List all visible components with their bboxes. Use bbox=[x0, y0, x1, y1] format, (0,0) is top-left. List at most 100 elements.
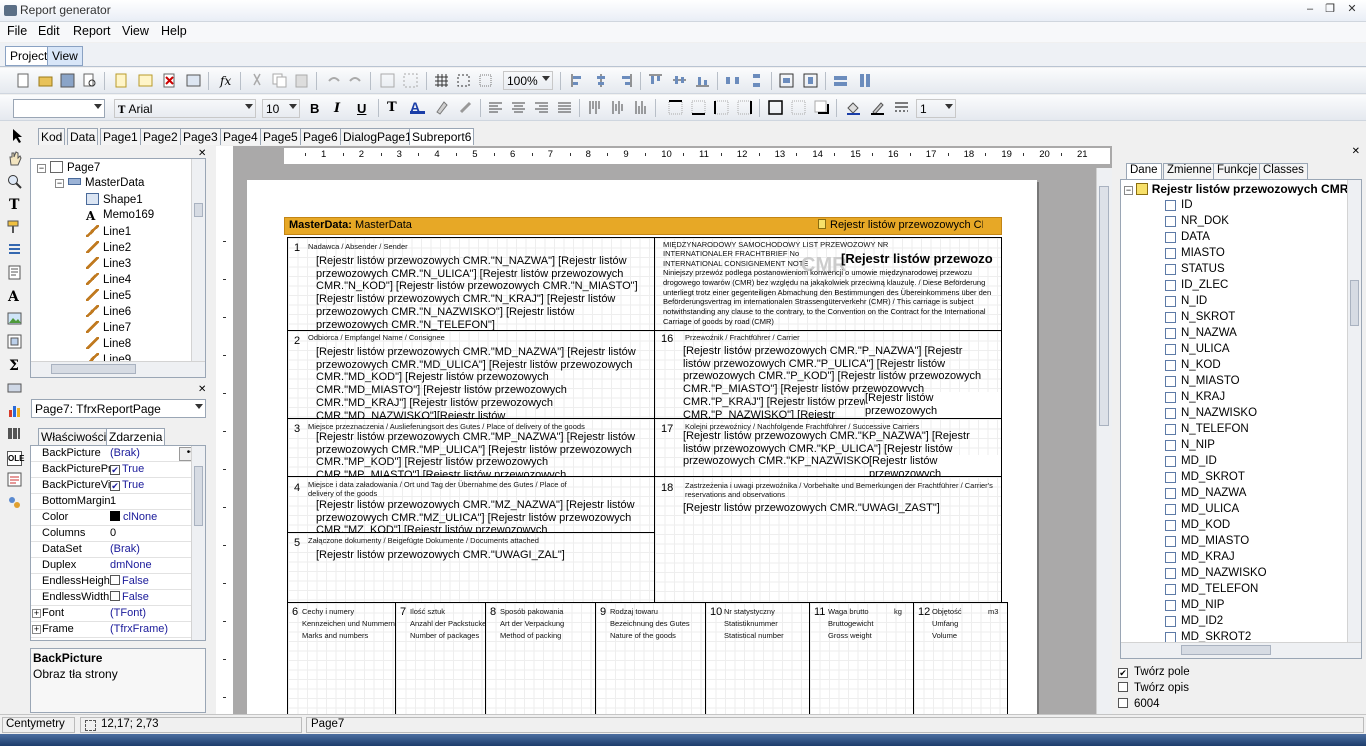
frame-none-icon[interactable] bbox=[791, 100, 806, 115]
cell-loading-place[interactable]: 4 Miejsce i data załadowania / Ort und T… bbox=[287, 476, 656, 534]
tab-data[interactable]: Data bbox=[67, 128, 99, 145]
menu-file[interactable]: File bbox=[7, 24, 27, 38]
save-icon[interactable] bbox=[60, 73, 75, 88]
cell-successive-carriers[interactable]: 17 Kolejni przewoźnicy / Nachfolgende Fr… bbox=[654, 418, 1002, 478]
collapse-icon[interactable]: − bbox=[1124, 186, 1133, 195]
rotate-text-icon[interactable] bbox=[458, 100, 473, 115]
copy-icon[interactable] bbox=[272, 73, 287, 88]
option-checkbox[interactable]: 6004 bbox=[1118, 698, 1160, 710]
loading-place-fields[interactable]: [Rejestr listów przewozowych CMR."MZ_NAZ… bbox=[316, 499, 646, 533]
menu-view[interactable]: View bbox=[122, 24, 149, 38]
checkbox[interactable]: ✔ bbox=[110, 465, 120, 475]
barcode-tool-icon[interactable] bbox=[7, 426, 22, 441]
design-vscrollbar[interactable] bbox=[1096, 168, 1112, 716]
font-settings-icon[interactable]: T bbox=[387, 100, 402, 115]
tab-project[interactable]: Project bbox=[5, 46, 53, 66]
goods-column-cell[interactable]: 12 Objętość Umfang Volume m3 bbox=[913, 602, 1008, 722]
cell-cmr-title[interactable]: MIĘDZYNARODOWY SAMOCHODOWY LIST PRZEWOZO… bbox=[654, 237, 1002, 332]
tab-page6[interactable]: Page6 bbox=[300, 128, 341, 145]
subreport-tool-icon[interactable] bbox=[7, 334, 22, 349]
align-bottom-icon[interactable] bbox=[695, 73, 710, 88]
font-size-combo[interactable]: 10 bbox=[262, 99, 300, 118]
line-width-combo[interactable]: 1 bbox=[916, 99, 956, 118]
property-row[interactable]: + Font (TFont) bbox=[31, 606, 205, 622]
tab-properties[interactable]: Właściwości bbox=[38, 428, 110, 445]
tree-item[interactable]: Line7 bbox=[73, 321, 131, 337]
tree-item[interactable]: Line8 bbox=[73, 337, 131, 353]
tree-item[interactable]: − Page7 bbox=[37, 161, 100, 177]
text-align-left-icon[interactable] bbox=[488, 100, 503, 115]
checkbox[interactable] bbox=[110, 575, 120, 585]
tree-item[interactable]: Shape1 bbox=[73, 193, 143, 209]
object-selector[interactable]: Page7: TfrxReportPage bbox=[31, 399, 206, 418]
tree-item[interactable]: A Memo169 bbox=[73, 209, 154, 225]
text-tool-icon[interactable]: T bbox=[7, 196, 22, 211]
new-icon[interactable] bbox=[16, 73, 31, 88]
frame-left-icon[interactable] bbox=[714, 100, 729, 115]
tab-zmienne[interactable]: Zmienne bbox=[1163, 163, 1216, 179]
data-tree-hscrollbar[interactable] bbox=[1121, 642, 1361, 658]
checkbox[interactable]: ✔ bbox=[110, 481, 120, 491]
align-middle-icon[interactable] bbox=[672, 73, 687, 88]
property-row[interactable]: Duplex dmNone bbox=[31, 558, 205, 574]
data-tree-scrollbar[interactable] bbox=[1347, 180, 1361, 642]
hand-tool-icon[interactable] bbox=[7, 151, 22, 166]
tab-page1[interactable]: Page1 bbox=[100, 128, 141, 145]
font-combo[interactable]: T Arial bbox=[114, 99, 256, 118]
space-horizontal-icon[interactable] bbox=[725, 73, 740, 88]
space-vertical-icon[interactable] bbox=[749, 73, 764, 88]
carrier-reg-field[interactable]: [Rejestr listów przewozowych CMR."P_NR_R… bbox=[865, 392, 1001, 418]
title-doc-field[interactable]: [Rejestr listów przewozo bbox=[841, 251, 993, 266]
tab-funkcje[interactable]: Funkcje bbox=[1213, 163, 1262, 179]
center-horizontally-icon[interactable] bbox=[779, 73, 794, 88]
tree-item[interactable]: Line1 bbox=[73, 225, 131, 241]
property-row[interactable]: BackPicturePr ✔ True bbox=[31, 462, 205, 478]
cell-sender[interactable]: 1 Nadawca / Absender / Sender [Rejestr l… bbox=[287, 237, 656, 332]
new-page-icon[interactable] bbox=[114, 73, 129, 88]
tab-subreport6[interactable]: Subreport6 bbox=[409, 128, 475, 145]
cut-icon[interactable] bbox=[250, 73, 265, 88]
property-row[interactable]: Columns 0 bbox=[31, 526, 205, 542]
consignee-fields[interactable]: [Rejestr listów przewozowych CMR."MD_NAZ… bbox=[316, 346, 646, 420]
tree-scroll-thumb[interactable] bbox=[194, 203, 203, 217]
checkbox[interactable]: ✔ bbox=[1118, 668, 1128, 678]
minimize-button[interactable]: – bbox=[1302, 3, 1318, 17]
option-checkbox[interactable]: ✔ Twórz pole bbox=[1118, 666, 1190, 678]
select-tool-icon[interactable] bbox=[10, 128, 25, 143]
align-left-icon[interactable] bbox=[570, 73, 585, 88]
memo-tool-icon[interactable] bbox=[7, 265, 22, 280]
data-tree-hscroll-thumb[interactable] bbox=[1181, 645, 1271, 655]
goods-column-cell[interactable]: 11 Waga brutto Bruttogewicht Gross weight kg bbox=[809, 602, 914, 722]
data-tree-scroll-thumb[interactable] bbox=[1350, 280, 1359, 326]
tree-item[interactable]: − MasterData bbox=[55, 177, 144, 193]
collapse-icon[interactable]: − bbox=[55, 179, 64, 188]
tree-item[interactable]: Line4 bbox=[73, 273, 131, 289]
tree-hscrollbar[interactable] bbox=[31, 361, 205, 377]
cell-delivery-place[interactable]: 3 Miejsce przeznaczenia / Auslieferungso… bbox=[287, 418, 656, 478]
valign-bottom-icon[interactable] bbox=[633, 100, 648, 115]
menu-help[interactable]: Help bbox=[161, 24, 187, 38]
tab-dane[interactable]: Dane bbox=[1126, 163, 1162, 179]
goods-column-cell[interactable]: 7 Ilość sztuk Anzahl der Packstucke Number … bbox=[395, 602, 486, 722]
fill-color-icon[interactable] bbox=[846, 100, 861, 115]
expand-icon[interactable]: + bbox=[32, 625, 41, 634]
menu-report[interactable]: Report bbox=[73, 24, 111, 38]
ole-tool-icon[interactable]: OLE bbox=[7, 451, 24, 466]
snap-grid-icon[interactable] bbox=[456, 73, 471, 88]
rich-text-icon[interactable] bbox=[7, 472, 22, 487]
text-justify-icon[interactable] bbox=[557, 100, 572, 115]
new-dialog-icon[interactable] bbox=[138, 73, 153, 88]
frame-top-icon[interactable] bbox=[668, 100, 683, 115]
frame-style-icon[interactable] bbox=[894, 100, 909, 115]
align-grid-icon[interactable] bbox=[478, 73, 493, 88]
preview-icon[interactable] bbox=[82, 73, 97, 88]
redo-icon[interactable] bbox=[348, 73, 363, 88]
align-top-icon[interactable] bbox=[648, 73, 663, 88]
collapse-icon[interactable]: − bbox=[37, 164, 46, 173]
checkbox[interactable] bbox=[110, 591, 120, 601]
function-icon[interactable]: fx bbox=[218, 73, 233, 88]
tree-item[interactable]: Line2 bbox=[73, 241, 131, 257]
property-row[interactable]: EndlessWidth False bbox=[31, 590, 205, 606]
sum-tool-icon[interactable]: Σ bbox=[7, 357, 22, 372]
ungroup-icon[interactable] bbox=[403, 73, 418, 88]
